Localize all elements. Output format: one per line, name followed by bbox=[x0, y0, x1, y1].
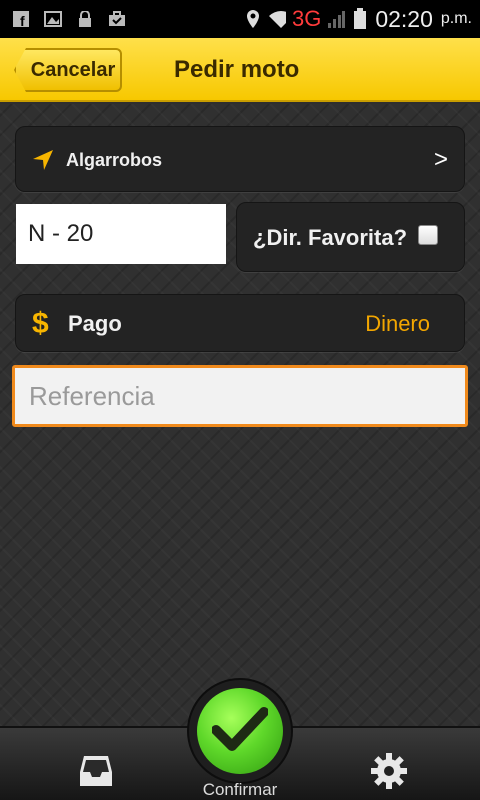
svg-text:f: f bbox=[20, 13, 25, 27]
dollar-icon: $ bbox=[32, 307, 49, 340]
inbox-icon[interactable] bbox=[78, 754, 114, 788]
payment-label: Pago bbox=[68, 311, 122, 336]
cancel-button-label: Cancelar bbox=[30, 58, 116, 81]
address-text: Algarrobos bbox=[66, 149, 163, 170]
clock-ampm: p.m. bbox=[440, 10, 472, 27]
house-number-input[interactable] bbox=[16, 204, 226, 264]
address-selector[interactable]: Algarrobos > bbox=[15, 126, 465, 192]
payment-selector[interactable]: $ Pago Dinero bbox=[15, 294, 465, 352]
briefcase-icon bbox=[108, 10, 126, 28]
page-title: Pedir moto bbox=[174, 56, 300, 83]
navigation-arrow-icon bbox=[32, 149, 54, 171]
image-icon bbox=[44, 10, 62, 28]
checkmark-icon bbox=[211, 706, 269, 757]
payment-value: Dinero bbox=[365, 311, 430, 336]
clock-time: 02:20 bbox=[375, 5, 433, 32]
form-area: Algarrobos > ¿Dir. Favorita? $ Pago Dine… bbox=[0, 104, 480, 726]
reference-input[interactable] bbox=[12, 365, 468, 427]
favorite-checkbox[interactable] bbox=[418, 225, 438, 245]
network-type: 3G bbox=[291, 6, 322, 31]
lock-icon bbox=[76, 10, 94, 28]
status-bar: f 3G 02:20 p.m. bbox=[0, 0, 480, 38]
signal-icon bbox=[327, 10, 346, 28]
gear-icon[interactable] bbox=[370, 752, 408, 790]
chevron-right-icon: > bbox=[433, 146, 448, 173]
wifi-icon bbox=[268, 10, 286, 28]
battery-icon bbox=[351, 8, 369, 29]
favorite-label: ¿Dir. Favorita? bbox=[253, 225, 408, 250]
location-pin-icon bbox=[244, 10, 262, 28]
cancel-button[interactable]: Cancelar bbox=[14, 48, 122, 92]
confirm-label: Confirmar bbox=[202, 780, 278, 799]
header-bar: Cancelar Pedir moto bbox=[0, 38, 480, 102]
confirm-button[interactable] bbox=[197, 688, 283, 774]
facebook-icon: f bbox=[12, 10, 30, 28]
favorite-address-toggle[interactable]: ¿Dir. Favorita? bbox=[236, 202, 465, 272]
